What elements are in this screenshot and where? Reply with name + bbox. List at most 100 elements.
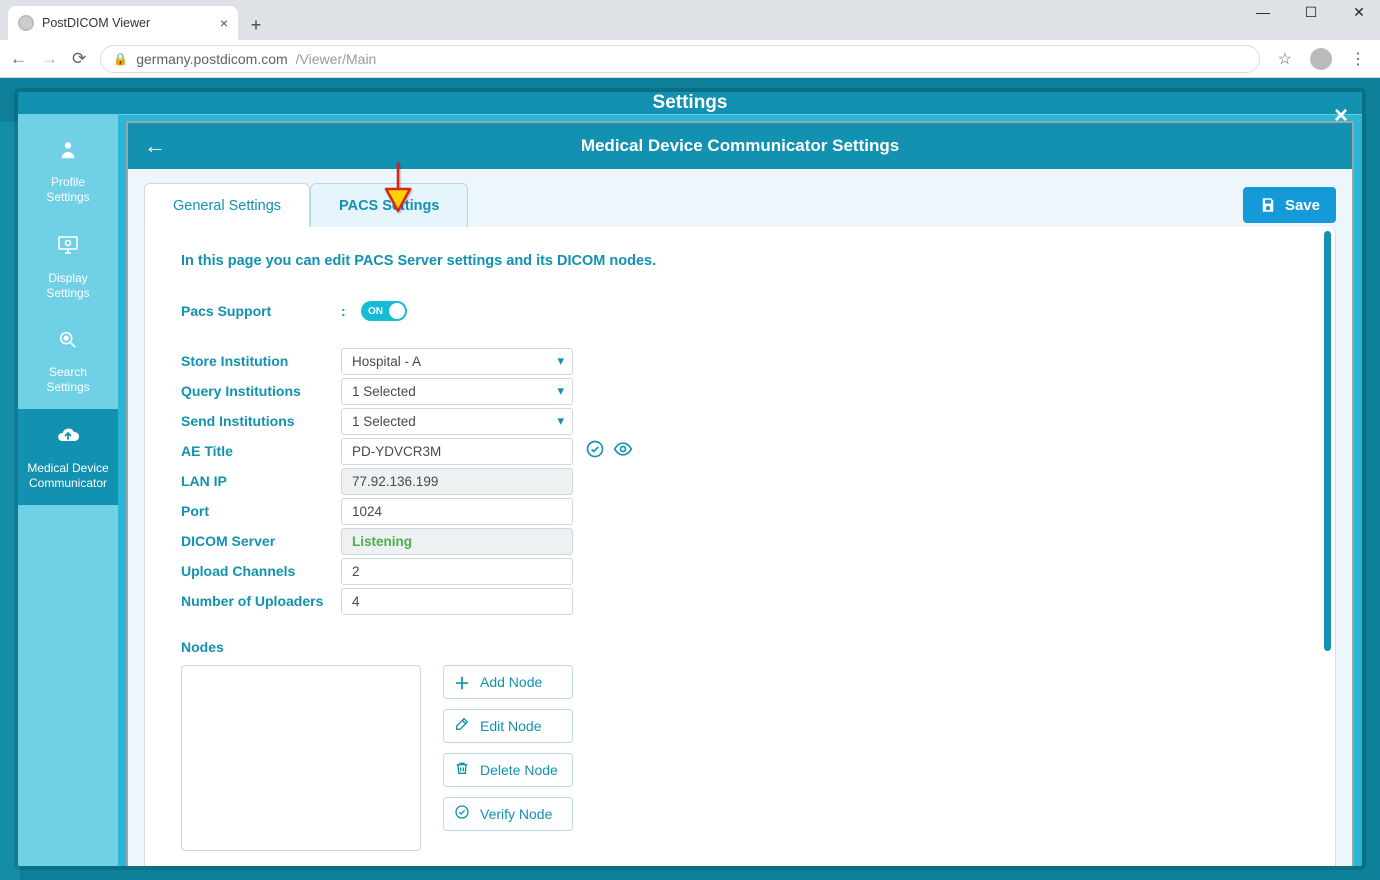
panel-header: ← Medical Device Communicator Settings — [128, 123, 1352, 169]
favicon-icon — [18, 15, 34, 31]
lan-ip-field: 77.92.136.199 — [341, 468, 573, 495]
label-port: Port — [181, 503, 341, 519]
chevron-down-icon: ▾ — [557, 383, 564, 399]
toggle-on-text: ON — [361, 306, 383, 317]
plus-icon: ＋ — [454, 670, 470, 694]
window-close-icon[interactable]: ✕ — [1344, 4, 1374, 21]
modal-body: Profile Settings Display Settings Search… — [18, 114, 1362, 866]
verify-node-button[interactable]: Verify Node — [443, 797, 573, 831]
edit-icon — [454, 716, 470, 737]
port-value: 1024 — [352, 504, 382, 519]
delete-node-label: Delete Node — [480, 762, 558, 778]
panel: ← Medical Device Communicator Settings G… — [126, 121, 1354, 866]
nodes-listbox[interactable] — [181, 665, 421, 851]
panel-title: Medical Device Communicator Settings — [581, 136, 899, 156]
label-store-institution: Store Institution — [181, 353, 341, 369]
trash-icon — [454, 760, 470, 781]
check-circle-icon — [454, 804, 470, 825]
profile-avatar-icon[interactable] — [1310, 48, 1332, 70]
cloud-upload-icon — [24, 423, 112, 455]
chevron-down-icon: ▾ — [557, 353, 564, 369]
save-label: Save — [1285, 197, 1320, 214]
row-store-institution: Store Institution Hospital - A ▾ — [181, 347, 1299, 375]
lock-icon: 🔒 — [113, 52, 128, 66]
rail-label-b: Communicator — [29, 476, 107, 490]
add-node-button[interactable]: ＋ Add Node — [443, 665, 573, 699]
rail-search-settings[interactable]: Search Settings — [18, 315, 118, 409]
page-description: In this page you can edit PACS Server se… — [181, 253, 1299, 269]
row-pacs-support: Pacs Support : ON — [181, 297, 1299, 325]
window-controls: — ☐ ✕ — [1248, 4, 1374, 21]
upload-channels-input[interactable]: 2 — [341, 558, 573, 585]
nodes-row: ＋ Add Node Edit Node — [181, 665, 1299, 851]
rail-label-b: Settings — [46, 190, 89, 204]
verify-node-label: Verify Node — [480, 806, 552, 822]
nav-forward-icon[interactable]: → — [41, 49, 58, 69]
save-button[interactable]: Save — [1243, 187, 1336, 223]
dicom-server-status: Listening — [341, 528, 573, 555]
annotation-arrow-icon — [380, 161, 416, 220]
rail-label-a: Medical Device — [27, 461, 108, 475]
row-upload-channels: Upload Channels 2 — [181, 557, 1299, 585]
label-ae-title: AE Title — [181, 443, 341, 459]
send-institutions-value: 1 Selected — [352, 414, 416, 429]
label-dicom-server: DICOM Server — [181, 533, 341, 549]
rail-profile-settings[interactable]: Profile Settings — [18, 125, 118, 219]
tab-bar: General Settings PACS Settings Save — [144, 183, 1336, 227]
settings-modal: Settings × Profile Settings Display — [18, 92, 1362, 866]
edit-node-label: Edit Node — [480, 718, 541, 734]
eye-icon[interactable] — [613, 439, 633, 464]
browser-menu-icon[interactable]: ⋮ — [1346, 49, 1370, 69]
new-tab-button[interactable]: + — [238, 15, 266, 40]
send-institutions-select[interactable]: 1 Selected ▾ — [341, 408, 573, 435]
tab-general-settings[interactable]: General Settings — [144, 183, 310, 227]
colon: : — [341, 303, 361, 319]
label-lan-ip: LAN IP — [181, 473, 341, 489]
browser-tab[interactable]: PostDICOM Viewer × — [8, 6, 238, 40]
nav-reload-icon[interactable]: ⟳ — [72, 49, 86, 69]
delete-node-button[interactable]: Delete Node — [443, 753, 573, 787]
chevron-down-icon: ▾ — [557, 413, 564, 429]
port-input[interactable]: 1024 — [341, 498, 573, 525]
browser-tab-strip: PostDICOM Viewer × + — ☐ ✕ — [0, 0, 1380, 40]
pacs-support-toggle[interactable]: ON — [361, 301, 407, 321]
bookmark-star-icon[interactable]: ☆ — [1274, 49, 1296, 69]
store-institution-select[interactable]: Hospital - A ▾ — [341, 348, 573, 375]
ae-title-input[interactable]: PD-YDVCR3M — [341, 438, 573, 465]
modal-titlebar: Settings × — [18, 92, 1362, 114]
number-of-uploaders-input[interactable]: 4 — [341, 588, 573, 615]
rail-display-settings[interactable]: Display Settings — [18, 219, 118, 315]
save-icon — [1259, 196, 1277, 214]
panel-back-icon[interactable]: ← — [144, 133, 166, 159]
monitor-icon — [24, 233, 112, 265]
query-institutions-select[interactable]: 1 Selected ▾ — [341, 378, 573, 405]
rail-medical-device-communicator[interactable]: Medical Device Communicator — [18, 409, 118, 505]
tab-title: PostDICOM Viewer — [42, 16, 150, 30]
row-ae-title: AE Title PD-YDVCR3M — [181, 437, 1299, 465]
person-icon — [24, 139, 112, 169]
number-of-uploaders-value: 4 — [352, 594, 360, 609]
panel-wrap: ← Medical Device Communicator Settings G… — [118, 115, 1362, 866]
nav-back-icon[interactable]: ← — [10, 49, 27, 69]
ae-title-side-icons — [585, 439, 633, 464]
settings-card: In this page you can edit PACS Server se… — [144, 227, 1336, 866]
rail-label-a: Profile — [51, 175, 85, 189]
edit-node-button[interactable]: Edit Node — [443, 709, 573, 743]
row-number-of-uploaders: Number of Uploaders 4 — [181, 587, 1299, 615]
check-circle-icon[interactable] — [585, 439, 605, 464]
store-institution-value: Hospital - A — [352, 354, 421, 369]
window-minimize-icon[interactable]: — — [1248, 4, 1278, 21]
upload-channels-value: 2 — [352, 564, 360, 579]
window-maximize-icon[interactable]: ☐ — [1296, 4, 1326, 21]
tab-close-icon[interactable]: × — [220, 15, 228, 31]
url-input[interactable]: 🔒 germany.postdicom.com/Viewer/Main — [100, 45, 1259, 73]
scrollbar-thumb[interactable] — [1324, 231, 1331, 651]
settings-rail: Profile Settings Display Settings Search… — [18, 115, 118, 866]
toggle-knob — [389, 303, 405, 319]
app-sidebar-bg — [0, 122, 20, 880]
query-institutions-value: 1 Selected — [352, 384, 416, 399]
ae-title-value: PD-YDVCR3M — [352, 444, 441, 459]
row-query-institutions: Query Institutions 1 Selected ▾ — [181, 377, 1299, 405]
row-dicom-server: DICOM Server Listening — [181, 527, 1299, 555]
rail-label-b: Settings — [46, 380, 89, 394]
